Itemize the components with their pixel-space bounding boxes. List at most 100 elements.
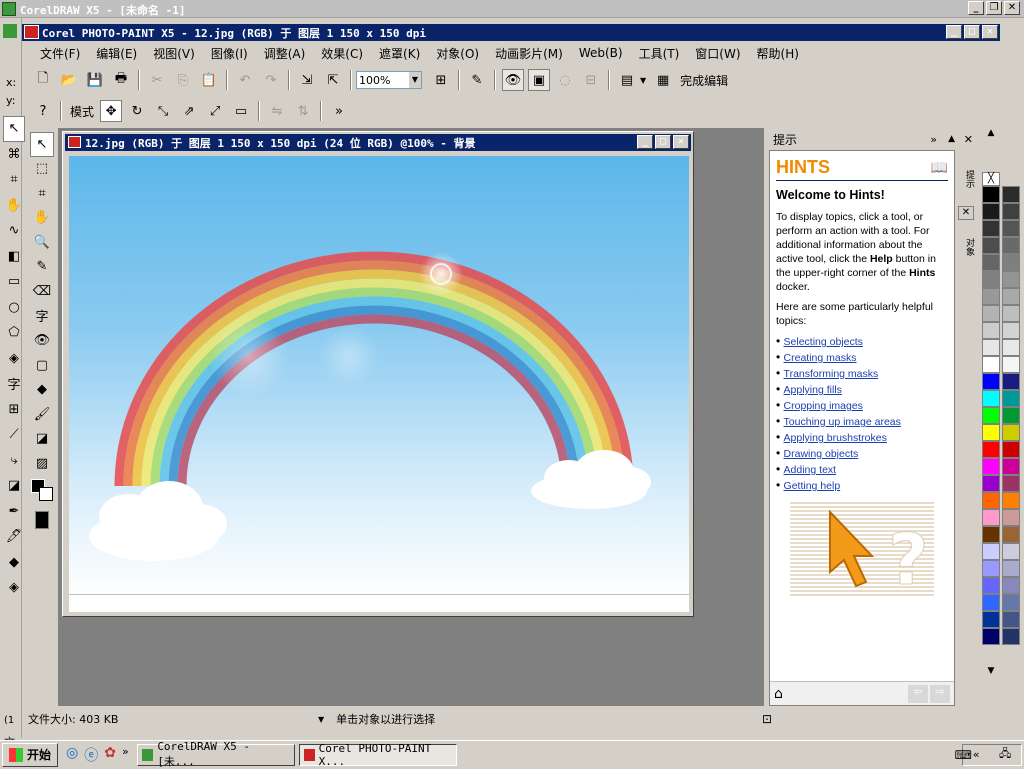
- palette-scroll-down-icon[interactable]: ▼: [982, 666, 1000, 680]
- palette-swatch[interactable]: [1002, 407, 1020, 424]
- palette-swatch[interactable]: [982, 492, 1000, 509]
- menu-web[interactable]: Web(B): [571, 46, 631, 60]
- tray-expand-icon[interactable]: «: [973, 748, 980, 761]
- palette-swatch[interactable]: [1002, 611, 1020, 628]
- scale-mode-icon[interactable]: ⤡: [152, 100, 174, 122]
- palette-swatch[interactable]: [982, 577, 1000, 594]
- palette-swatch[interactable]: [982, 407, 1000, 424]
- palette-swatch[interactable]: [982, 628, 1000, 645]
- palette-swatch[interactable]: [982, 509, 1000, 526]
- palette-swatch[interactable]: [1002, 543, 1020, 560]
- palette-swatch[interactable]: [982, 458, 1000, 475]
- close-icon[interactable]: ✕: [1004, 1, 1020, 15]
- palette-swatch[interactable]: [1002, 628, 1020, 645]
- maximize-icon[interactable]: □: [655, 135, 671, 149]
- menu-object[interactable]: 对象(O): [428, 45, 487, 62]
- palette-swatch[interactable]: [982, 339, 1000, 356]
- paper-color-icon[interactable]: [30, 507, 54, 532]
- application-launcher-icon[interactable]: ▤: [616, 69, 638, 91]
- objects-side-tab[interactable]: 对象: [958, 222, 976, 272]
- palette-swatch[interactable]: [1002, 424, 1020, 441]
- paint-tool-icon[interactable]: 🖌: [30, 402, 54, 427]
- redo-icon[interactable]: ↷: [260, 69, 282, 91]
- palette-swatch[interactable]: [982, 237, 1000, 254]
- cut-icon[interactable]: ✂: [146, 69, 168, 91]
- show-mask-icon[interactable]: 👁: [502, 69, 524, 91]
- brush-settings-icon[interactable]: ✎: [466, 69, 488, 91]
- palette-swatch[interactable]: [982, 475, 1000, 492]
- fill-tool-icon[interactable]: ◆: [3, 550, 25, 576]
- palette-no-color[interactable]: ╳: [982, 172, 1000, 186]
- palette-swatch[interactable]: [1002, 339, 1020, 356]
- property-settings-icon[interactable]: ?: [32, 100, 54, 122]
- palette-swatch[interactable]: [982, 390, 1000, 407]
- palette-swatch[interactable]: [982, 424, 1000, 441]
- save-icon[interactable]: 💾: [84, 69, 106, 91]
- palette-swatch[interactable]: [1002, 577, 1020, 594]
- palette-scroll-up-icon[interactable]: ▲: [982, 128, 1000, 150]
- forward-arrow-icon[interactable]: ⇨: [930, 684, 950, 703]
- finish-edit-label[interactable]: 完成编辑: [680, 72, 728, 89]
- palette-swatch[interactable]: [1002, 271, 1020, 288]
- topic-link[interactable]: Selecting objects: [784, 336, 863, 348]
- palette-swatch[interactable]: [1002, 458, 1020, 475]
- curve-tool-icon[interactable]: ∿: [3, 218, 25, 244]
- mask-overlay-icon[interactable]: ▣: [528, 69, 550, 91]
- menu-mask[interactable]: 遮罩(K): [371, 45, 428, 62]
- palette-swatch[interactable]: [1002, 186, 1020, 203]
- crop-tool-icon[interactable]: ⌗: [3, 167, 25, 193]
- import-icon[interactable]: ⇲: [296, 69, 318, 91]
- palette-swatch[interactable]: [982, 271, 1000, 288]
- palette-swatch[interactable]: [1002, 492, 1020, 509]
- background-color[interactable]: [39, 487, 53, 502]
- skew-mode-icon[interactable]: ⇗: [178, 100, 200, 122]
- copy-icon[interactable]: ⎘: [172, 69, 194, 91]
- blend-tool-icon[interactable]: ◪: [3, 473, 25, 499]
- menu-tools[interactable]: 工具(T): [631, 45, 688, 62]
- lock-icon[interactable]: ⊟: [580, 69, 602, 91]
- palette-swatch[interactable]: [982, 322, 1000, 339]
- help-book-icon[interactable]: 📖: [931, 160, 948, 176]
- transparency-tool-icon[interactable]: ▨: [30, 451, 54, 476]
- minimize-icon[interactable]: _: [637, 135, 653, 149]
- menu-window[interactable]: 窗口(W): [687, 45, 748, 62]
- rectangle-mask-icon[interactable]: ⬚: [30, 157, 54, 182]
- rotate-mode-icon[interactable]: ↻: [126, 100, 148, 122]
- dropdown-arrow-icon[interactable]: ▼: [409, 72, 421, 88]
- menu-movie[interactable]: 动画影片(M): [487, 45, 571, 62]
- taskbar-item-photopaint[interactable]: Corel PHOTO-PAINT X...: [298, 742, 457, 768]
- palette-swatch[interactable]: [982, 611, 1000, 628]
- open-icon[interactable]: 📂: [58, 69, 80, 91]
- palette-swatch[interactable]: [982, 305, 1000, 322]
- zoom-combobox[interactable]: 100% ▼: [356, 71, 422, 89]
- topic-link[interactable]: Drawing objects: [784, 448, 859, 460]
- close-icon[interactable]: ✕: [982, 25, 998, 39]
- palette-swatch[interactable]: [982, 560, 1000, 577]
- pick-tool-icon[interactable]: ↖: [30, 132, 54, 157]
- flip-horizontal-icon[interactable]: ⇋: [266, 100, 288, 122]
- eraser-tool-icon[interactable]: ⌫: [30, 279, 54, 304]
- palette-swatch[interactable]: [1002, 390, 1020, 407]
- color-swatch[interactable]: [30, 475, 54, 507]
- start-button[interactable]: 开始: [2, 742, 59, 767]
- pan-tool-icon[interactable]: ✋: [30, 206, 54, 231]
- navigator-icon[interactable]: ⊡: [762, 712, 772, 726]
- perspective-mode-icon[interactable]: ▭: [230, 100, 252, 122]
- palette-swatch[interactable]: [1002, 373, 1020, 390]
- palette-swatch[interactable]: [1002, 203, 1020, 220]
- topic-link[interactable]: Applying brushstrokes: [784, 432, 887, 444]
- distort-mode-icon[interactable]: ⤢: [204, 100, 226, 122]
- shape-tool-icon[interactable]: ⌘: [3, 142, 25, 168]
- palette-swatch[interactable]: [1002, 288, 1020, 305]
- palette-swatch[interactable]: [1002, 220, 1020, 237]
- app-quick-icon[interactable]: ✿: [104, 745, 116, 765]
- menu-effects[interactable]: 效果(C): [313, 45, 371, 62]
- ie-icon[interactable]: ⓔ: [84, 745, 98, 765]
- palette-swatch[interactable]: [982, 186, 1000, 203]
- table-tool-icon[interactable]: ⊞: [3, 397, 25, 423]
- maximize-icon[interactable]: □: [964, 25, 980, 39]
- palette-swatch[interactable]: [982, 594, 1000, 611]
- back-arrow-icon[interactable]: ⇦: [908, 684, 928, 703]
- polygon-tool-icon[interactable]: ⬠: [3, 320, 25, 346]
- menu-edit[interactable]: 编辑(E): [88, 45, 145, 62]
